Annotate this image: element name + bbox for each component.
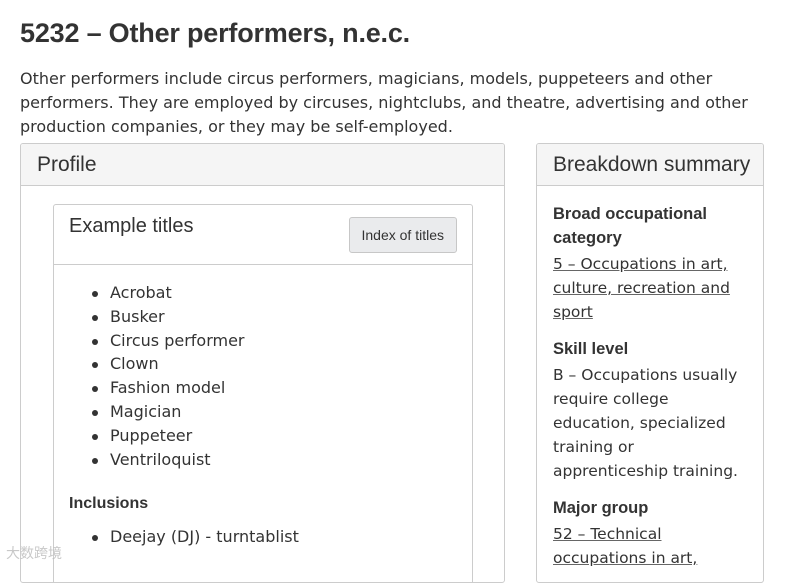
- broad-category-label: Broad occupational category: [553, 205, 708, 247]
- watermark: 大数跨境: [6, 546, 62, 562]
- skill-level-section: Skill level B – Occupations usually requ…: [553, 337, 753, 483]
- breakdown-summary-body: Broad occupational category 5 – Occupati…: [537, 186, 753, 570]
- skill-level-label: Skill level: [553, 340, 629, 358]
- list-item: Fashion model: [90, 376, 245, 400]
- breakdown-summary-panel: Breakdown summary Broad occupational cat…: [536, 143, 764, 583]
- list-item: Puppeteer: [90, 424, 245, 448]
- example-titles-list: Acrobat Busker Circus performer Clown Fa…: [90, 281, 245, 471]
- breakdown-summary-heading: Breakdown summary: [537, 144, 763, 186]
- major-group-label: Major group: [553, 499, 649, 517]
- page-intro: Other performers include circus performe…: [20, 69, 748, 136]
- major-group-link[interactable]: 52 – Technical occupations in art,: [553, 522, 753, 570]
- page-title: 5232 – Other performers, n.e.c.: [20, 18, 410, 48]
- list-item: Clown: [90, 352, 245, 376]
- profile-heading: Profile: [21, 144, 504, 186]
- major-group-section: Major group 52 – Technical occupations i…: [553, 496, 753, 570]
- list-item: Acrobat: [90, 281, 245, 305]
- index-of-titles-button[interactable]: Index of titles: [348, 217, 457, 253]
- broad-category-section: Broad occupational category 5 – Occupati…: [553, 202, 753, 324]
- skill-level-value: B – Occupations usually require college …: [553, 366, 738, 480]
- profile-panel: Profile Example titles Index of titles A…: [20, 143, 505, 583]
- example-titles-header: Example titles Index of titles: [54, 205, 472, 265]
- list-item: Ventriloquist: [90, 448, 245, 472]
- list-item: Busker: [90, 305, 245, 329]
- list-item: Circus performer: [90, 329, 245, 353]
- broad-category-link[interactable]: 5 – Occupations in art, culture, recreat…: [553, 252, 753, 324]
- example-titles-panel: Example titles Index of titles Acrobat B…: [53, 204, 473, 582]
- list-item: Deejay (DJ) - turntablist: [90, 525, 299, 549]
- inclusions-list: Deejay (DJ) - turntablist: [90, 525, 299, 549]
- list-item: Magician: [90, 400, 245, 424]
- example-titles-heading: Example titles: [69, 215, 194, 237]
- inclusions-label: Inclusions: [69, 495, 149, 512]
